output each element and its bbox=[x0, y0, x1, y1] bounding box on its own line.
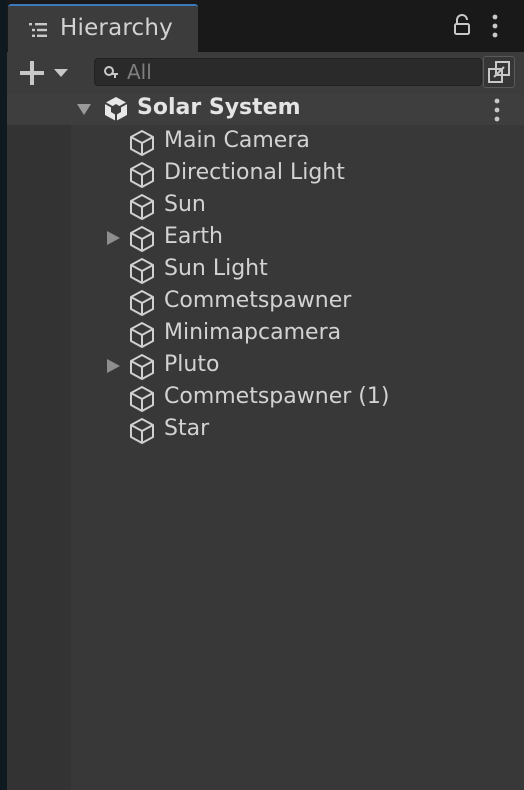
hierarchy-item[interactable]: Star bbox=[7, 414, 524, 446]
hierarchy-item[interactable]: Directional Light bbox=[7, 158, 524, 190]
scene-filter-button[interactable] bbox=[483, 56, 515, 88]
gameobject-cube-icon bbox=[130, 130, 154, 156]
gameobject-cube-icon bbox=[130, 354, 154, 380]
hierarchy-item-label: Pluto bbox=[164, 352, 220, 377]
hierarchy-item[interactable]: Commetspawner bbox=[7, 286, 524, 318]
hierarchy-item-label: Sun bbox=[164, 192, 206, 217]
gameobject-cube-icon bbox=[130, 418, 154, 444]
scene-filter-icon bbox=[488, 61, 510, 83]
tab-hierarchy[interactable]: Hierarchy bbox=[8, 4, 198, 52]
hierarchy-list-icon bbox=[29, 23, 47, 37]
hierarchy-item[interactable]: Sun Light bbox=[7, 254, 524, 286]
hierarchy-toolbar bbox=[7, 52, 524, 94]
scene-menu-icon[interactable] bbox=[493, 98, 501, 122]
tab-title: Hierarchy bbox=[60, 15, 173, 41]
tab-bar: Hierarchy bbox=[7, 0, 524, 52]
gameobject-cube-icon bbox=[130, 386, 154, 412]
unity-scene-icon bbox=[104, 97, 128, 121]
hierarchy-item-label: Star bbox=[164, 416, 210, 441]
search-icon bbox=[104, 66, 118, 78]
lock-icon[interactable] bbox=[453, 14, 471, 36]
hierarchy-item[interactable]: Minimapcamera bbox=[7, 318, 524, 350]
hierarchy-item-label: Commetspawner bbox=[164, 288, 352, 313]
plus-dropdown-icon[interactable] bbox=[17, 58, 77, 88]
hierarchy-item-label: Sun Light bbox=[164, 256, 268, 281]
gameobject-cube-icon bbox=[130, 226, 154, 252]
hierarchy-tree: Solar System Main Camera Directional Ligh… bbox=[7, 94, 524, 790]
hierarchy-item-label: Earth bbox=[164, 224, 223, 249]
hierarchy-item[interactable]: Pluto bbox=[7, 350, 524, 382]
hierarchy-item[interactable]: Commetspawner (1) bbox=[7, 382, 524, 414]
hierarchy-item[interactable]: Sun bbox=[7, 190, 524, 222]
hierarchy-item-label: Main Camera bbox=[164, 128, 310, 153]
gameobject-cube-icon bbox=[130, 290, 154, 316]
gameobject-cube-icon bbox=[130, 194, 154, 220]
hierarchy-item-label: Commetspawner (1) bbox=[164, 384, 390, 409]
hierarchy-item-label: Directional Light bbox=[164, 160, 345, 185]
gameobject-cube-icon bbox=[130, 322, 154, 348]
search-input[interactable] bbox=[127, 60, 467, 84]
gameobject-cube-icon bbox=[130, 162, 154, 188]
expand-arrow-right-icon[interactable] bbox=[105, 230, 121, 246]
search-field[interactable] bbox=[94, 58, 482, 86]
gameobject-cube-icon bbox=[130, 258, 154, 284]
editor-edge bbox=[0, 0, 7, 790]
scene-name: Solar System bbox=[137, 95, 301, 120]
expand-arrow-right-icon[interactable] bbox=[105, 358, 121, 374]
expand-arrow-down-icon[interactable] bbox=[76, 102, 92, 116]
hierarchy-item[interactable]: Earth bbox=[7, 222, 524, 254]
hierarchy-item[interactable]: Main Camera bbox=[7, 126, 524, 158]
scene-row[interactable]: Solar System bbox=[7, 94, 524, 125]
kebab-menu-icon[interactable] bbox=[491, 14, 499, 38]
hierarchy-window: Hierarchy All Solar System Main Camera D… bbox=[0, 0, 524, 790]
hierarchy-item-label: Minimapcamera bbox=[164, 320, 342, 345]
